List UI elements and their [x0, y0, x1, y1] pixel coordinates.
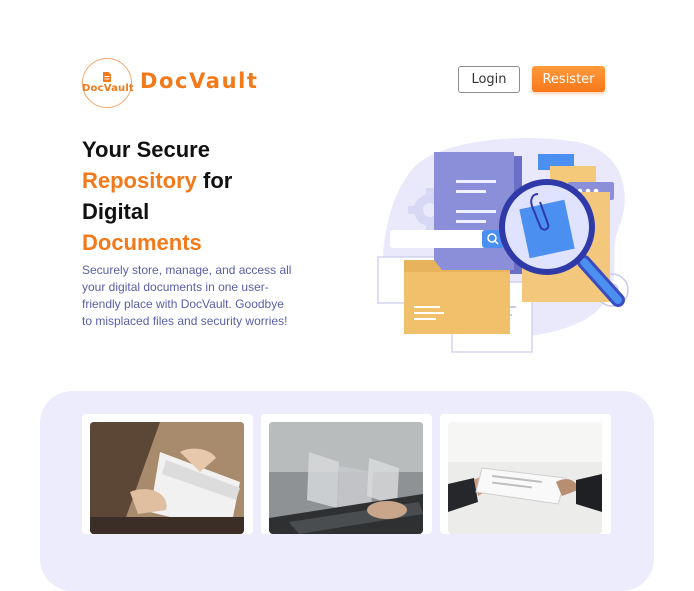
- title-line-3: Digital: [82, 199, 150, 224]
- login-button[interactable]: Login: [458, 66, 520, 93]
- gallery-card[interactable]: [261, 414, 432, 534]
- document-search-illustration: [377, 137, 629, 353]
- title-highlight-repository: Repository: [82, 168, 197, 193]
- handing-over-document-photo: [448, 422, 602, 534]
- hero-title: Your Secure Repository for Digital Docum…: [82, 134, 342, 258]
- logo-small-text: DocVault: [82, 83, 134, 94]
- folder-front: [404, 260, 510, 334]
- search-bar: [390, 230, 504, 248]
- laptop-typing-documents-photo: [269, 422, 423, 534]
- hero-description: Securely store, manage, and access all y…: [82, 263, 292, 328]
- document-icon: [103, 72, 111, 82]
- brand-logo[interactable]: DocVault DocVault: [82, 58, 257, 110]
- register-button[interactable]: Resister: [532, 66, 605, 92]
- gallery-card[interactable]: [82, 414, 253, 534]
- gallery-card[interactable]: [440, 414, 611, 534]
- title-line-1: Your Secure: [82, 137, 210, 162]
- hands-holding-papers-photo: [90, 422, 244, 534]
- brand-name: DocVault: [140, 69, 259, 93]
- title-highlight-documents: Documents: [82, 230, 202, 255]
- title-word-for: for: [203, 168, 233, 193]
